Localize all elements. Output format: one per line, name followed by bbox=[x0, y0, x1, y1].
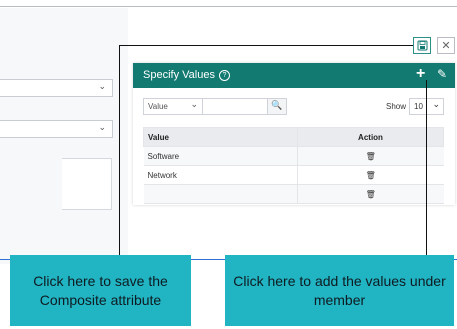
callout-line-add bbox=[426, 80, 427, 255]
row-action: 🗑 bbox=[297, 146, 444, 166]
search-button[interactable]: 🔍 bbox=[267, 98, 287, 115]
chevron-down-icon: ⌄ bbox=[98, 123, 106, 133]
background-dropdown-1[interactable]: ⌄ bbox=[0, 79, 113, 97]
page-size-value: 10 bbox=[414, 102, 423, 111]
row-value: Network bbox=[143, 165, 298, 185]
row-value bbox=[143, 184, 298, 204]
close-icon: ✕ bbox=[441, 39, 451, 52]
save-button[interactable] bbox=[413, 37, 431, 54]
background-text-area[interactable] bbox=[62, 158, 112, 210]
specify-values-dialog: Specify Values ? + ✎ Value ⌄ 🔍 Show 10 ⌄ V… bbox=[133, 63, 455, 205]
callout-add: Click here to add the values under membe… bbox=[225, 255, 454, 326]
values-table: Value Action Software 🗑 Network 🗑 🗑 bbox=[143, 127, 444, 204]
show-label: Show bbox=[386, 102, 407, 111]
callout-line-save-horizontal bbox=[119, 45, 413, 46]
background-dropdown-2[interactable]: ⌄ bbox=[0, 120, 113, 138]
column-header-value: Value bbox=[143, 127, 298, 147]
row-action: 🗑 bbox=[297, 165, 444, 185]
callout-line-save-vertical bbox=[119, 45, 120, 255]
filter-field-value: Value bbox=[148, 102, 168, 111]
save-icon bbox=[417, 40, 427, 51]
chevron-down-icon: ⌄ bbox=[432, 100, 440, 110]
close-button[interactable]: ✕ bbox=[437, 37, 455, 54]
top-divider bbox=[0, 6, 457, 7]
dialog-title: Specify Values bbox=[143, 69, 215, 81]
search-icon: 🔍 bbox=[271, 101, 283, 111]
trash-icon[interactable]: 🗑 bbox=[366, 171, 376, 180]
chevron-down-icon: ⌄ bbox=[190, 100, 198, 110]
search-input[interactable] bbox=[202, 98, 268, 115]
chevron-down-icon: ⌄ bbox=[98, 82, 106, 92]
table-header-row: Value Action bbox=[143, 127, 444, 147]
table-row: 🗑 bbox=[143, 184, 444, 204]
table-row: Software 🗑 bbox=[143, 146, 444, 166]
table-row: Network 🗑 bbox=[143, 165, 444, 185]
question-circle-icon[interactable]: ? bbox=[219, 70, 230, 81]
row-action: 🗑 bbox=[297, 184, 444, 204]
trash-icon[interactable]: 🗑 bbox=[366, 190, 376, 199]
trash-icon[interactable]: 🗑 bbox=[366, 152, 376, 161]
row-value: Software bbox=[143, 146, 298, 166]
plus-icon[interactable]: + bbox=[416, 65, 425, 83]
pencil-icon[interactable]: ✎ bbox=[437, 67, 447, 81]
dialog-header: Specify Values ? + ✎ bbox=[133, 63, 455, 88]
filter-field-select[interactable]: Value ⌄ bbox=[143, 98, 203, 115]
column-header-action: Action bbox=[297, 127, 444, 147]
callout-save: Click here to save the Composite attribu… bbox=[10, 255, 191, 326]
